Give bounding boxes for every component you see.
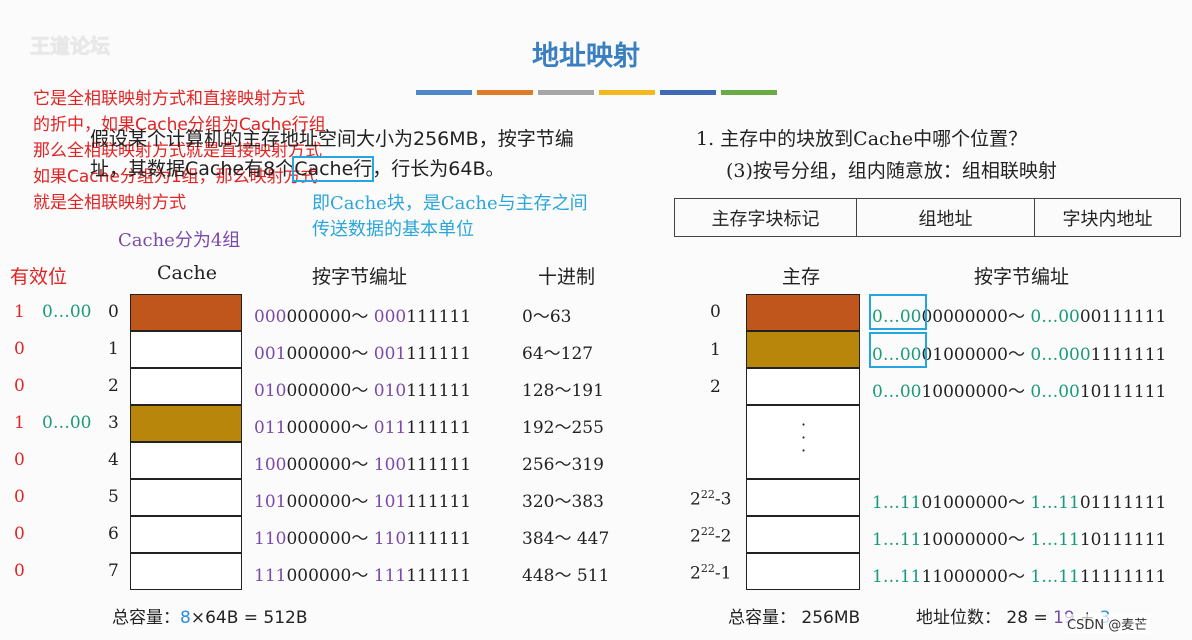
memory-address-range: 0…0010000000～ 0…0010111111 bbox=[872, 382, 1167, 402]
memory-block-n2 bbox=[746, 516, 860, 553]
decimal-range: 0～63 bbox=[522, 307, 572, 327]
cache-index: 3 bbox=[108, 413, 119, 433]
cache-address-range: 011000000～ 011111111 bbox=[254, 418, 472, 438]
cache-address-range: 001000000～ 001111111 bbox=[254, 344, 472, 364]
question-line-1: 假设某个计算机的主存地址空间大小为256MB，按字节编 bbox=[90, 128, 574, 150]
decimal-range: 192～255 bbox=[522, 418, 604, 438]
tag-value: 0…00 bbox=[42, 413, 92, 433]
right-question-1: 1. 主存中的块放到Cache中哪个位置？ bbox=[696, 128, 1028, 150]
valid-bit: 1 bbox=[14, 413, 25, 433]
tag-value: 0…00 bbox=[42, 302, 92, 322]
memory-capacity: 总容量： 256MB bbox=[728, 608, 861, 628]
memory-label: 222-3 bbox=[690, 488, 732, 510]
cache-line bbox=[130, 331, 242, 368]
cache-header: Cache bbox=[157, 262, 217, 284]
red-note-line: 就是全相联映射方式 bbox=[33, 193, 186, 213]
decimal-range: 384～ 447 bbox=[522, 529, 610, 549]
memory-block-2 bbox=[746, 368, 860, 405]
cache-capacity: 总容量：8×64B = 512B bbox=[112, 608, 308, 628]
valid-bit: 0 bbox=[14, 376, 25, 396]
memory-block-n1 bbox=[746, 553, 860, 590]
offset-field: 字块内地址 bbox=[1034, 198, 1181, 237]
byte-addr-header-2: 按字节编址 bbox=[974, 266, 1070, 288]
blue-note: 即Cache块，是Cache与主存之间 传送数据的基本单位 bbox=[312, 191, 588, 243]
blue-note-line: 即Cache块，是Cache与主存之间 bbox=[312, 193, 588, 214]
group-field: 组地址 bbox=[856, 198, 1035, 237]
valid-bit: 0 bbox=[14, 561, 25, 581]
cache-line bbox=[130, 553, 242, 590]
cache-address-range: 111000000～ 111111111 bbox=[254, 566, 472, 586]
color-bar bbox=[660, 90, 716, 95]
byte-addr-header: 按字节编址 bbox=[312, 266, 408, 288]
tag-highlight bbox=[869, 294, 927, 330]
valid-bit: 1 bbox=[14, 302, 25, 322]
cache-line bbox=[130, 405, 242, 442]
question-line-2a: 址，其数据Cache有8个 bbox=[90, 158, 295, 180]
decimal-range: 64～127 bbox=[522, 344, 594, 364]
decimal-range: 256～319 bbox=[522, 455, 604, 475]
cache-index: 6 bbox=[108, 524, 119, 544]
tag-field: 主存字块标记 bbox=[674, 198, 857, 237]
cache-index: 5 bbox=[108, 487, 119, 507]
cache-index: 2 bbox=[108, 376, 119, 396]
ellipsis-dots: · · · bbox=[801, 415, 807, 460]
tag-highlight bbox=[869, 332, 927, 368]
question-line-2c: ，行长为64B。 bbox=[372, 158, 505, 180]
cache-address-range: 100000000～ 100111111 bbox=[254, 455, 472, 475]
memory-label: 1 bbox=[710, 340, 721, 360]
decimal-range: 128～191 bbox=[522, 381, 604, 401]
address-format-table: 主存字块标记 组地址 字块内地址 bbox=[674, 198, 1181, 237]
cache-index: 7 bbox=[108, 561, 119, 581]
color-bar bbox=[721, 90, 777, 95]
cache-line bbox=[130, 516, 242, 553]
cache-line bbox=[130, 442, 242, 479]
memory-block-n3 bbox=[746, 479, 860, 516]
memory-label: 222-2 bbox=[690, 525, 732, 547]
color-bar bbox=[538, 90, 594, 95]
cache-address-range: 010000000～ 010111111 bbox=[254, 381, 472, 401]
cache-address-range: 000000000～ 000111111 bbox=[254, 307, 472, 327]
blue-note-line: 传送数据的基本单位 bbox=[312, 219, 474, 240]
page-title: 地址映射 bbox=[532, 41, 640, 72]
logo: 王道论坛 bbox=[30, 34, 110, 58]
memory-address-range: 1…1101000000～ 1…1101111111 bbox=[872, 493, 1167, 513]
memory-block-1 bbox=[746, 331, 860, 368]
cache-line bbox=[130, 368, 242, 405]
memory-label: 222-1 bbox=[690, 562, 732, 584]
valid-bit: 0 bbox=[14, 524, 25, 544]
decimal-header: 十进制 bbox=[538, 266, 596, 288]
valid-header: 有效位 bbox=[10, 266, 68, 288]
cache-index: 0 bbox=[108, 302, 119, 322]
memory-label: 2 bbox=[710, 377, 721, 397]
color-bar bbox=[477, 90, 533, 95]
cache-address-range: 110000000～ 110111111 bbox=[254, 529, 472, 549]
valid-bit: 0 bbox=[14, 450, 25, 470]
color-bar bbox=[599, 90, 655, 95]
cache-address-range: 101000000～ 101111111 bbox=[254, 492, 472, 512]
cache-line bbox=[130, 294, 242, 331]
watermark: CSDN @麦芒 bbox=[1064, 614, 1151, 633]
memory-block-0 bbox=[746, 294, 860, 331]
valid-bit: 0 bbox=[14, 487, 25, 507]
memory-address-range: 1…1111000000～ 1…1111111111 bbox=[872, 567, 1167, 587]
decimal-range: 448～ 511 bbox=[522, 566, 610, 586]
cache-line bbox=[130, 479, 242, 516]
cache-index: 4 bbox=[108, 450, 119, 470]
valid-bit: 0 bbox=[14, 339, 25, 359]
memory-label: 0 bbox=[710, 302, 721, 322]
decimal-range: 320～383 bbox=[522, 492, 604, 512]
red-note-line: 它是全相联映射方式和直接映射方式 bbox=[33, 89, 305, 109]
main-memory-header: 主存 bbox=[782, 266, 821, 288]
question-line-2: 址，其数据Cache有8个Cache行，行长为64B。 bbox=[90, 154, 505, 185]
memory-address-range: 1…1110000000～ 1…1110111111 bbox=[872, 530, 1167, 550]
right-question-2: (3)按号分组，组内随意放：组相联映射 bbox=[726, 160, 1057, 182]
cache-line-term: Cache行 bbox=[292, 156, 375, 182]
group-note: Cache分为4组 bbox=[118, 230, 241, 251]
cache-index: 1 bbox=[108, 339, 119, 359]
color-bar bbox=[416, 90, 472, 95]
